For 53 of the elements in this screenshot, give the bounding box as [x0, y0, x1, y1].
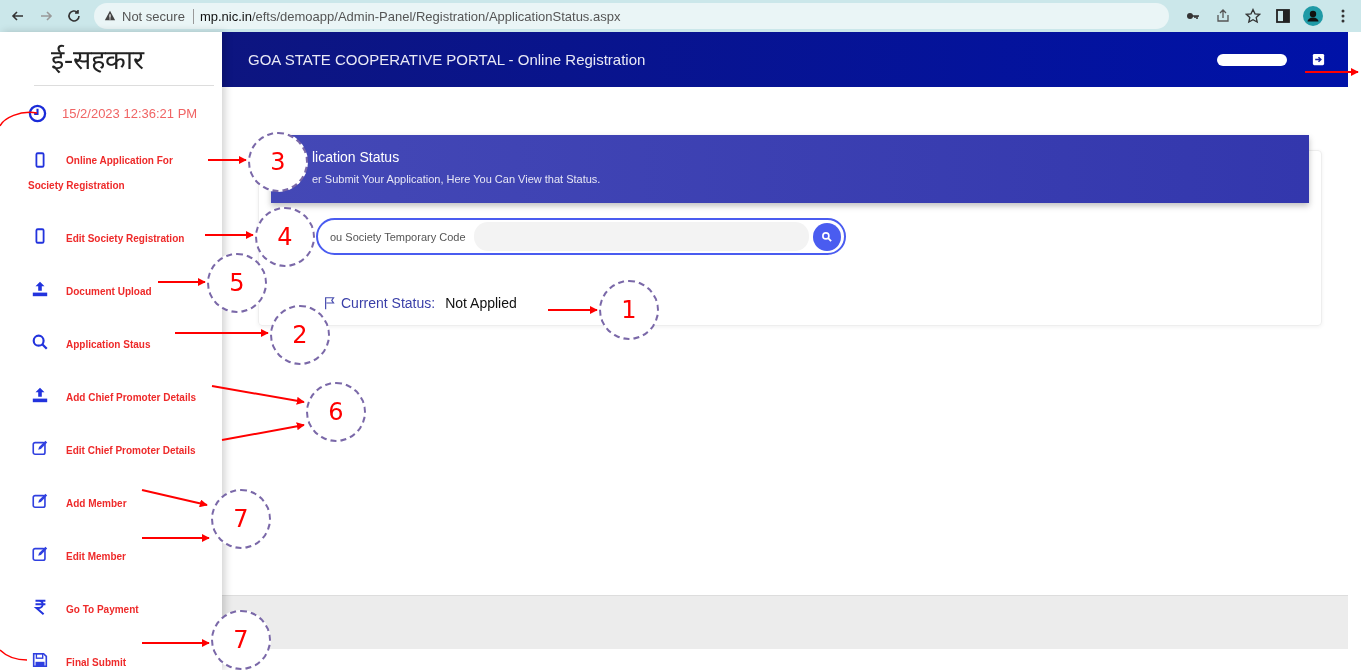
date-time-text: 15/2/2023 12:36:21 PM	[62, 105, 198, 121]
temporary-code-field[interactable]: ou Society Temporary Code	[316, 218, 846, 255]
callout-number: 4	[255, 207, 315, 267]
callout-number: 6	[306, 382, 366, 442]
annotation-arrow	[207, 156, 247, 164]
upload-icon	[31, 386, 49, 404]
annotation-arrow	[1304, 68, 1359, 76]
profile-icon[interactable]	[1301, 4, 1325, 28]
logout-icon[interactable]	[1311, 52, 1326, 67]
field-label: ou Society Temporary Code	[330, 230, 466, 243]
edit-icon	[31, 492, 49, 510]
search-icon	[31, 333, 49, 351]
sidebar-menu-link[interactable]: Edit Society Registration	[28, 226, 185, 251]
sidebar-menu-link[interactable]: Add Member	[28, 491, 127, 516]
annotation-arrow	[141, 639, 210, 647]
sidebar-menu-link[interactable]: Edit Member	[28, 544, 126, 569]
security-label: Not secure	[122, 8, 194, 24]
annotation-arrow	[547, 306, 598, 314]
redaction-mark	[1217, 53, 1287, 66]
upload-icon	[31, 280, 49, 298]
clock-icon	[28, 103, 47, 123]
banner-title: lication Status	[312, 149, 401, 165]
status-value: Not Applied	[445, 295, 517, 311]
flag-icon	[323, 296, 337, 310]
search-button[interactable]	[813, 222, 841, 251]
sidebar-menu-link[interactable]: Go To Payment	[28, 597, 139, 622]
sidebar-menu-link[interactable]: Add Chief Promoter Details	[28, 385, 197, 410]
annotation-curve	[0, 111, 38, 127]
edit-icon	[31, 439, 49, 457]
annotation-arrow	[157, 278, 206, 286]
callout-number: 2	[270, 305, 330, 365]
sidebar-menu-link[interactable]: Final Submit	[28, 650, 126, 670]
search-icon	[821, 230, 833, 243]
status-label: Current Status:	[341, 295, 436, 311]
callout-number: 7	[211, 489, 271, 549]
annotation-arrow	[141, 489, 208, 508]
sidebar-menu-link[interactable]: Online Application For Society Registration	[28, 148, 205, 198]
portal-title: GOA STATE COOPERATIVE PORTAL - Online Registration	[248, 51, 647, 68]
logo-text: ई-सहकार	[34, 32, 214, 86]
callout-number: 3	[248, 132, 308, 192]
sidebar-menu-link[interactable]: Edit Chief Promoter Details	[28, 438, 196, 463]
callout-number: 1	[599, 280, 659, 340]
banner-subtitle: er Submit Your Application, Here You Can View that Status.	[312, 173, 602, 185]
warning-icon	[104, 10, 116, 22]
address-bar[interactable]: Not secure mp.nic.in/efts/demoapp/Admin-Panel/Registration/ApplicationStatus.aspx	[94, 3, 1169, 29]
url-text: mp.nic.in/efts/demoapp/Admin-Panel/Registration/ApplicationStatus.aspx	[199, 8, 621, 24]
annotation-arrow	[204, 231, 254, 239]
annotation-curve	[0, 649, 28, 661]
edit-icon	[31, 545, 49, 563]
annotation-arrow	[141, 534, 210, 542]
callout-number: 5	[207, 253, 267, 313]
sidebar-menu-link[interactable]: Application Staus	[28, 332, 151, 357]
sidebar-menu-link[interactable]: Document Upload	[28, 279, 152, 304]
